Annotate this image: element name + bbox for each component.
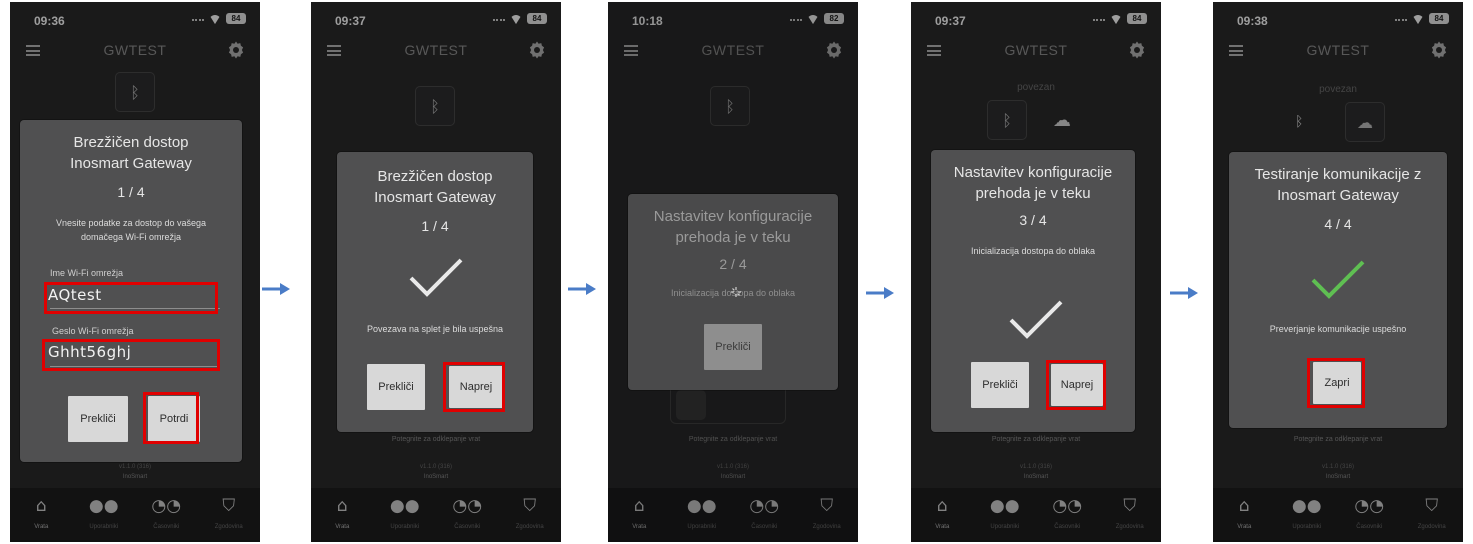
password-label: Geslo Wi-Fi omrežja bbox=[52, 326, 134, 336]
highlight-password bbox=[42, 339, 220, 371]
cancel-button[interactable]: Prekliči bbox=[971, 362, 1029, 408]
wifi-success-dialog: Brezžičen dostop Inosmart Gateway 1 / 4 P… bbox=[337, 152, 533, 432]
phone-screen-4: 09:37 84 GWTEST povezan ᛒ ☁ Potegnite za… bbox=[911, 2, 1161, 542]
dialog-message: Povezava na splet je bila uspešna bbox=[366, 324, 504, 334]
phone-screen-1: 09:36 84 GWTEST ᛒ Potegnite za odklepanj… bbox=[10, 2, 260, 542]
arrow-icon bbox=[866, 287, 894, 299]
communication-test-dialog: Testiranje komunikacije z Inosmart Gatewa… bbox=[1229, 152, 1447, 428]
step-indicator: 3 / 4 bbox=[1019, 212, 1047, 228]
ssid-label: Ime Wi-Fi omrežja bbox=[50, 268, 124, 278]
check-icon bbox=[1009, 300, 1063, 339]
dialog-message: Inicializacija dostopa do oblaka bbox=[970, 246, 1096, 256]
highlight-next bbox=[443, 362, 505, 412]
highlight-next bbox=[1046, 360, 1106, 410]
wifi-setup-dialog: Brezžičen dostop Inosmart Gateway 1 / 4 V… bbox=[20, 120, 242, 462]
phone-screen-2: 09:37 84 GWTEST ᛒ Potegnite za odklepanj… bbox=[311, 2, 561, 542]
step-indicator: 4 / 4 bbox=[1324, 216, 1352, 232]
success-check-icon bbox=[1311, 260, 1365, 299]
dialog-title: Brezžičen dostop Inosmart Gateway bbox=[374, 168, 496, 206]
cancel-button[interactable]: Prekliči bbox=[68, 396, 128, 442]
cancel-button[interactable]: Prekliči bbox=[367, 364, 425, 410]
step-indicator: 2 / 4 bbox=[719, 256, 747, 272]
highlight-ssid bbox=[44, 282, 218, 314]
dialog-title: Testiranje komunikacije z Inosmart Gatewa… bbox=[1254, 166, 1422, 204]
dialog-message: Preverjanje komunikacije uspešno bbox=[1269, 324, 1407, 334]
config-step-dialog: Nastavitev konfiguracije prehoda je v tek… bbox=[931, 150, 1135, 432]
check-icon bbox=[409, 258, 463, 297]
phone-screen-5: 09:38 84 GWTEST povezan ᛒ ☁ Potegnite za… bbox=[1213, 2, 1463, 542]
arrow-icon bbox=[568, 283, 596, 295]
dialog-instructions: Vnesite podatke za dostop do vašega domač… bbox=[55, 218, 207, 242]
phone-screen-3: 10:18 82 GWTEST ᛒ Potegnite za odklepanj… bbox=[608, 2, 858, 542]
dialog-title: Nastavitev konfiguracije prehoda je v tek… bbox=[953, 164, 1113, 202]
arrow-icon bbox=[262, 283, 290, 295]
dialog-title: Nastavitev konfiguracije prehoda je v tek… bbox=[653, 208, 813, 246]
step-indicator: 1 / 4 bbox=[117, 184, 145, 200]
config-progress-dialog: Nastavitev konfiguracije prehoda je v tek… bbox=[628, 194, 838, 390]
cancel-button[interactable]: Prekliči bbox=[704, 324, 762, 370]
dialog-title: Brezžičen dostop Inosmart Gateway bbox=[70, 134, 192, 172]
spinner-icon bbox=[731, 287, 741, 297]
highlight-close bbox=[1307, 358, 1365, 408]
step-indicator: 1 / 4 bbox=[421, 218, 449, 234]
arrow-icon bbox=[1170, 287, 1198, 299]
highlight-confirm bbox=[143, 392, 199, 444]
